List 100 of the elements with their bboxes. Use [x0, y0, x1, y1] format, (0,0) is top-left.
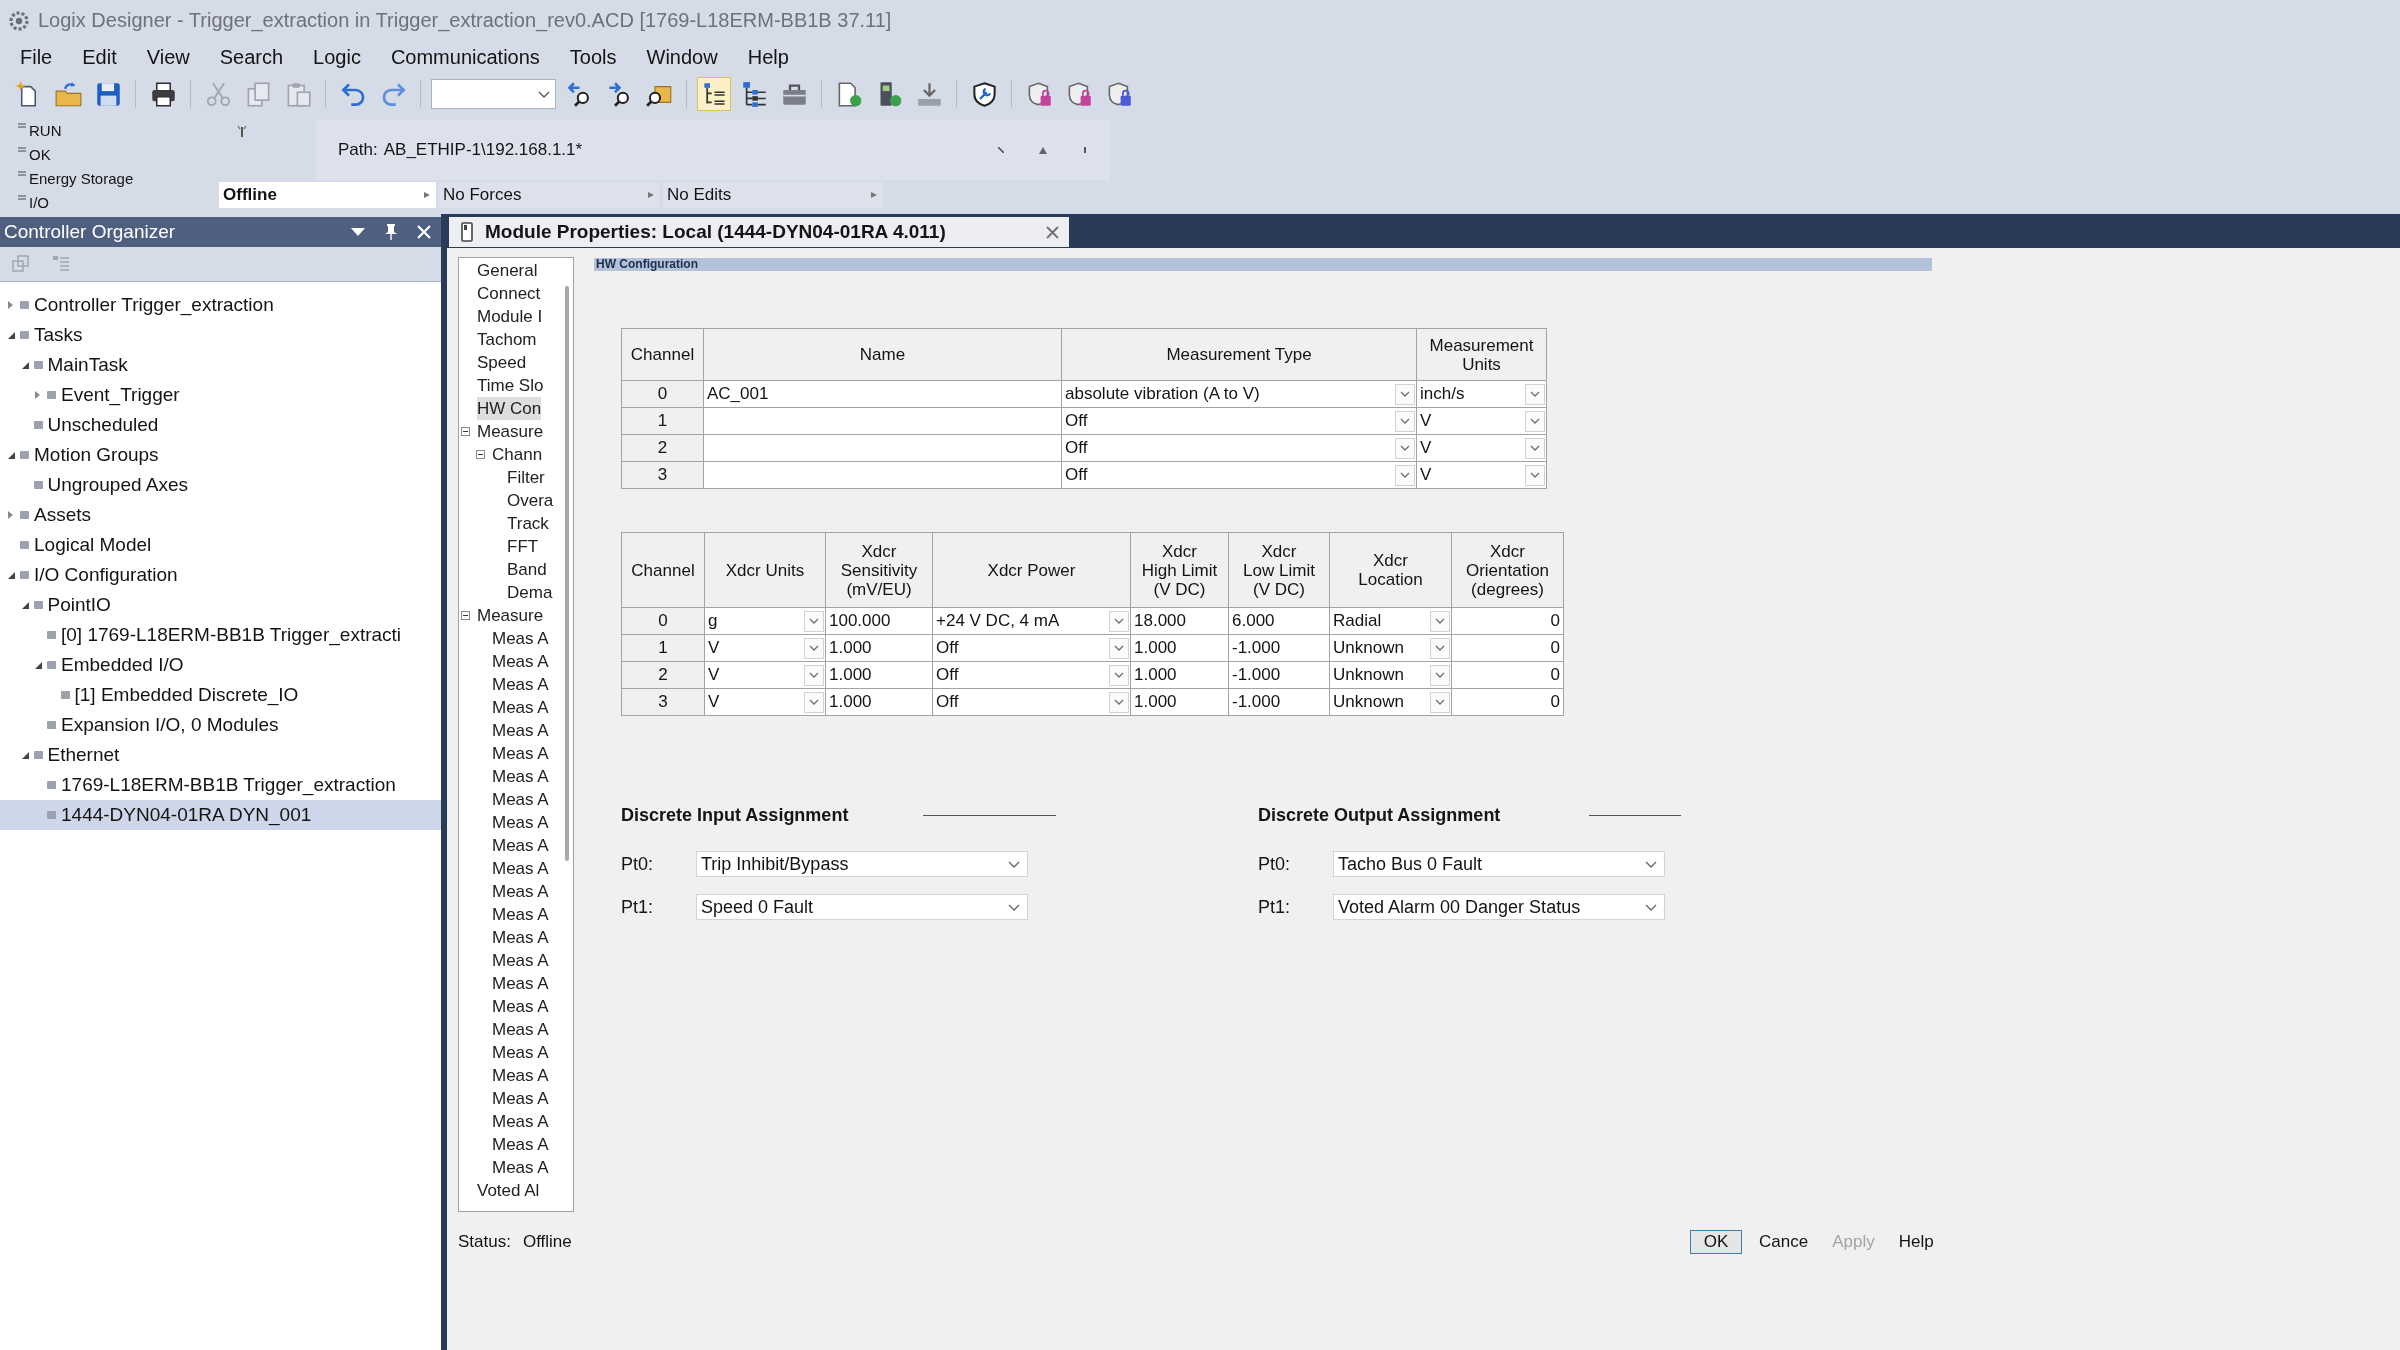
- tree-item[interactable]: I/O Configuration: [8, 560, 178, 590]
- nav-item[interactable]: Time Slo: [477, 374, 544, 397]
- tree-item[interactable]: Controller Trigger_extraction: [8, 290, 274, 320]
- tree-item[interactable]: Event_Trigger: [35, 380, 180, 410]
- nav-item[interactable]: Speed: [477, 351, 527, 374]
- caret-down-icon[interactable]: [8, 331, 15, 339]
- dropdown-cell[interactable]: +24 V DC, 4 mA: [932, 607, 1131, 635]
- dropdown-cell[interactable]: V: [1416, 407, 1547, 435]
- nav-item[interactable]: Meas A: [492, 673, 549, 696]
- nav-item[interactable]: Meas A: [492, 1156, 549, 1179]
- table-cell[interactable]: 1.000: [825, 634, 933, 662]
- dropdown-arrow-icon[interactable]: [351, 228, 365, 236]
- nav-item[interactable]: Meas A: [492, 1064, 549, 1087]
- dialog-button[interactable]: Cance: [1752, 1230, 1816, 1254]
- dropdown[interactable]: Tacho Bus 0 Fault: [1333, 851, 1665, 877]
- nav-item[interactable]: Band: [507, 558, 547, 581]
- chevron-down-icon[interactable]: [1645, 903, 1657, 911]
- caret-down-icon[interactable]: [21, 361, 29, 369]
- tree-item[interactable]: Ethernet: [21, 740, 120, 770]
- caret-right-icon[interactable]: [35, 391, 40, 399]
- nav-item[interactable]: Filter: [507, 466, 545, 489]
- tree-item[interactable]: Logical Model: [20, 530, 152, 560]
- nav-item[interactable]: Track: [507, 512, 549, 535]
- table-cell[interactable]: 1.000: [825, 688, 933, 716]
- menu-item[interactable]: Tools: [569, 42, 617, 72]
- menu-item[interactable]: File: [20, 42, 53, 72]
- tree-item[interactable]: Ungrouped Axes: [33, 470, 188, 500]
- caret-down-icon[interactable]: [21, 751, 29, 759]
- nav-item[interactable]: Meas A: [492, 1110, 549, 1133]
- tree-item[interactable]: [0] 1769-L18ERM-BB1B Trigger_extracti: [47, 620, 402, 650]
- nav-item[interactable]: Meas A: [492, 811, 549, 834]
- dropdown-cell[interactable]: V: [1416, 434, 1547, 462]
- dropdown-cell[interactable]: Radial: [1329, 607, 1452, 635]
- nav-item[interactable]: Measure: [461, 420, 544, 443]
- dialog-button[interactable]: Help: [1891, 1230, 1941, 1254]
- nav-item[interactable]: Meas A: [492, 788, 549, 811]
- dropdown-cell[interactable]: V: [704, 634, 826, 662]
- table-cell[interactable]: -1.000: [1228, 688, 1330, 716]
- menu-item[interactable]: View: [146, 42, 190, 72]
- menu-item[interactable]: Search: [219, 42, 284, 72]
- nav-item[interactable]: Meas A: [492, 972, 549, 995]
- nav-item[interactable]: Meas A: [492, 857, 549, 880]
- document-tab[interactable]: Module Properties: Local (1444-DYN04-01RA 4.011): [449, 217, 1069, 247]
- table-cell[interactable]: -1.000: [1228, 661, 1330, 689]
- dropdown-cell[interactable]: Off: [932, 661, 1131, 689]
- table-cell[interactable]: -1.000: [1228, 634, 1330, 662]
- nav-item[interactable]: Meas A: [492, 1133, 549, 1156]
- table-cell[interactable]: 0: [1451, 688, 1564, 716]
- table-cell[interactable]: 1.000: [1130, 661, 1229, 689]
- nav-item[interactable]: Meas A: [492, 650, 549, 673]
- nav-item[interactable]: Chann: [476, 443, 543, 466]
- scrollbar-thumb[interactable]: [565, 286, 569, 861]
- nav-item[interactable]: Meas A: [492, 627, 549, 650]
- collapse-box-icon[interactable]: [461, 427, 470, 436]
- chevron-down-icon[interactable]: [538, 90, 550, 98]
- collapse-box-icon[interactable]: [461, 611, 470, 620]
- nav-item[interactable]: Meas A: [492, 742, 549, 765]
- tree-item[interactable]: Assets: [8, 500, 92, 530]
- table-cell[interactable]: 100.000: [825, 607, 933, 635]
- dropdown-cell[interactable]: g: [704, 607, 826, 635]
- nav-item[interactable]: Meas A: [492, 719, 549, 742]
- table-cell[interactable]: 1.000: [1130, 688, 1229, 716]
- tree-item[interactable]: Embedded I/O: [35, 650, 184, 680]
- switch-icon[interactable]: [237, 125, 247, 137]
- nav-item[interactable]: Meas A: [492, 1087, 549, 1110]
- chevron-down-icon[interactable]: [1008, 903, 1020, 911]
- table-cell[interactable]: 6.000: [1228, 607, 1330, 635]
- table-cell[interactable]: 18.000: [1130, 607, 1229, 635]
- table-cell[interactable]: [703, 461, 1062, 489]
- nav-item[interactable]: Voted Al: [477, 1179, 540, 1202]
- nav-item[interactable]: Dema: [507, 581, 553, 604]
- table-cell[interactable]: 0: [1451, 634, 1564, 662]
- tree-item[interactable]: PointIO: [21, 590, 111, 620]
- nav-item[interactable]: Meas A: [492, 834, 549, 857]
- tree-item[interactable]: MainTask: [21, 350, 128, 380]
- pin-icon[interactable]: [385, 224, 397, 240]
- nav-item[interactable]: Meas A: [492, 1018, 549, 1041]
- tree-item[interactable]: Motion Groups: [8, 440, 159, 470]
- dropdown-cell[interactable]: V: [704, 688, 826, 716]
- dialog-button[interactable]: OK: [1690, 1230, 1742, 1254]
- nav-item[interactable]: Meas A: [492, 903, 549, 926]
- nav-item[interactable]: General: [477, 259, 538, 282]
- caret-down-icon[interactable]: [8, 571, 15, 579]
- nav-item[interactable]: Module I: [477, 305, 543, 328]
- dropdown[interactable]: Speed 0 Fault: [696, 894, 1028, 920]
- status-field[interactable]: Offline: [219, 182, 436, 208]
- dropdown-cell[interactable]: Off: [1061, 407, 1417, 435]
- dropdown-cell[interactable]: Off: [1061, 461, 1417, 489]
- chevron-down-icon[interactable]: [1645, 860, 1657, 868]
- dropdown-cell[interactable]: Off: [1061, 434, 1417, 462]
- table-cell[interactable]: 0: [1451, 607, 1564, 635]
- table-cell[interactable]: AC_001: [703, 380, 1062, 408]
- caret-down-icon[interactable]: [8, 451, 15, 459]
- table-cell[interactable]: 1.000: [825, 661, 933, 689]
- caret-down-icon[interactable]: [35, 661, 42, 669]
- nav-item[interactable]: Meas A: [492, 880, 549, 903]
- nav-item[interactable]: Meas A: [492, 949, 549, 972]
- close-icon[interactable]: [1046, 225, 1059, 239]
- dropdown-cell[interactable]: Unknown: [1329, 688, 1452, 716]
- table-cell[interactable]: 0: [1451, 661, 1564, 689]
